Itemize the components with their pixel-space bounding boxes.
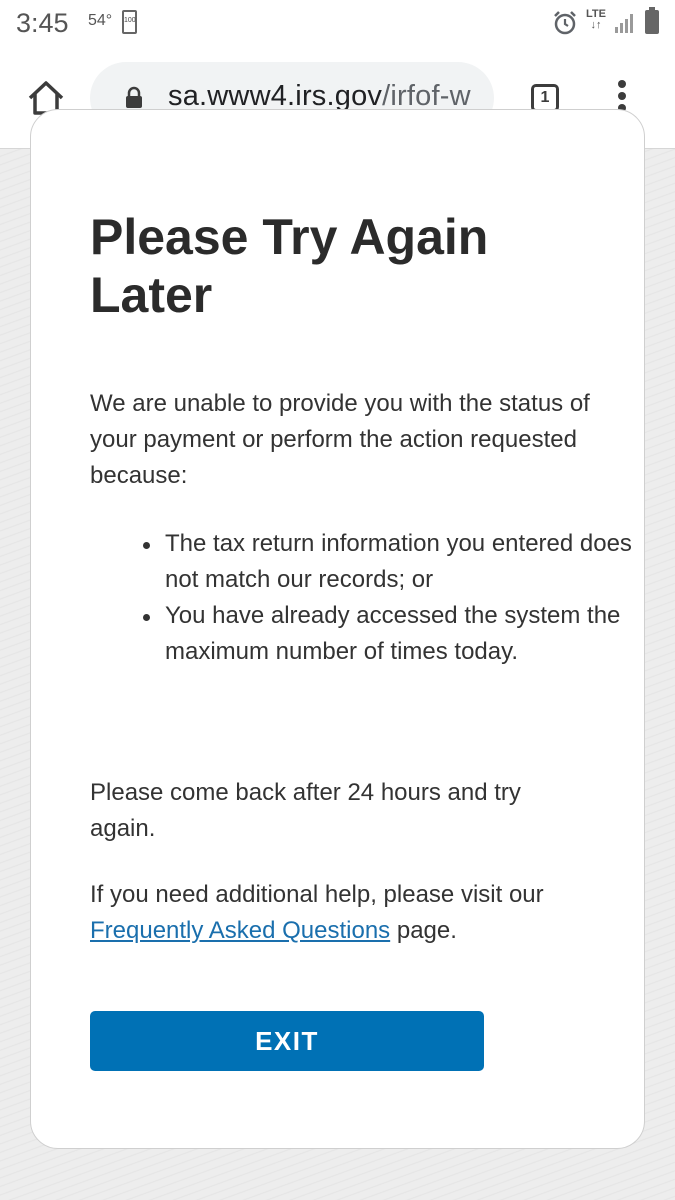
- help-text-after: page.: [390, 917, 457, 944]
- list-item: The tax return information you entered d…: [143, 526, 645, 598]
- battery-saver-icon: 100: [122, 10, 137, 34]
- network-type-icon: LTE ↓↑: [586, 8, 606, 31]
- alarm-icon: [552, 10, 578, 41]
- reasons-list: The tax return information you entered d…: [90, 526, 645, 670]
- battery-icon: [645, 7, 659, 34]
- faq-link[interactable]: Frequently Asked Questions: [90, 917, 390, 944]
- page-title: Please Try Again Later: [90, 209, 489, 323]
- help-text: If you need additional help, please visi…: [90, 877, 590, 949]
- list-item: You have already accessed the system the…: [143, 598, 645, 670]
- status-temperature: 54°: [88, 12, 113, 29]
- signal-icon: [614, 12, 636, 39]
- intro-text: We are unable to provide you with the st…: [90, 390, 590, 489]
- url-host: sa.www4.irs.gov: [168, 80, 383, 112]
- retry-text: Please come back after 24 hours and try …: [90, 779, 521, 842]
- status-time: 3:45: [16, 8, 69, 38]
- network-type-label: LTE: [586, 8, 606, 20]
- tab-switcher-button[interactable]: 1: [531, 84, 559, 112]
- url-path: /irfof-w: [382, 80, 471, 112]
- status-bar: 3:45 54° 100 LTE ↓↑: [0, 0, 675, 50]
- help-text-before: If you need additional help, please visi…: [90, 881, 544, 908]
- battery-saver-label: 100: [124, 17, 136, 24]
- exit-button[interactable]: EXIT: [90, 1011, 484, 1071]
